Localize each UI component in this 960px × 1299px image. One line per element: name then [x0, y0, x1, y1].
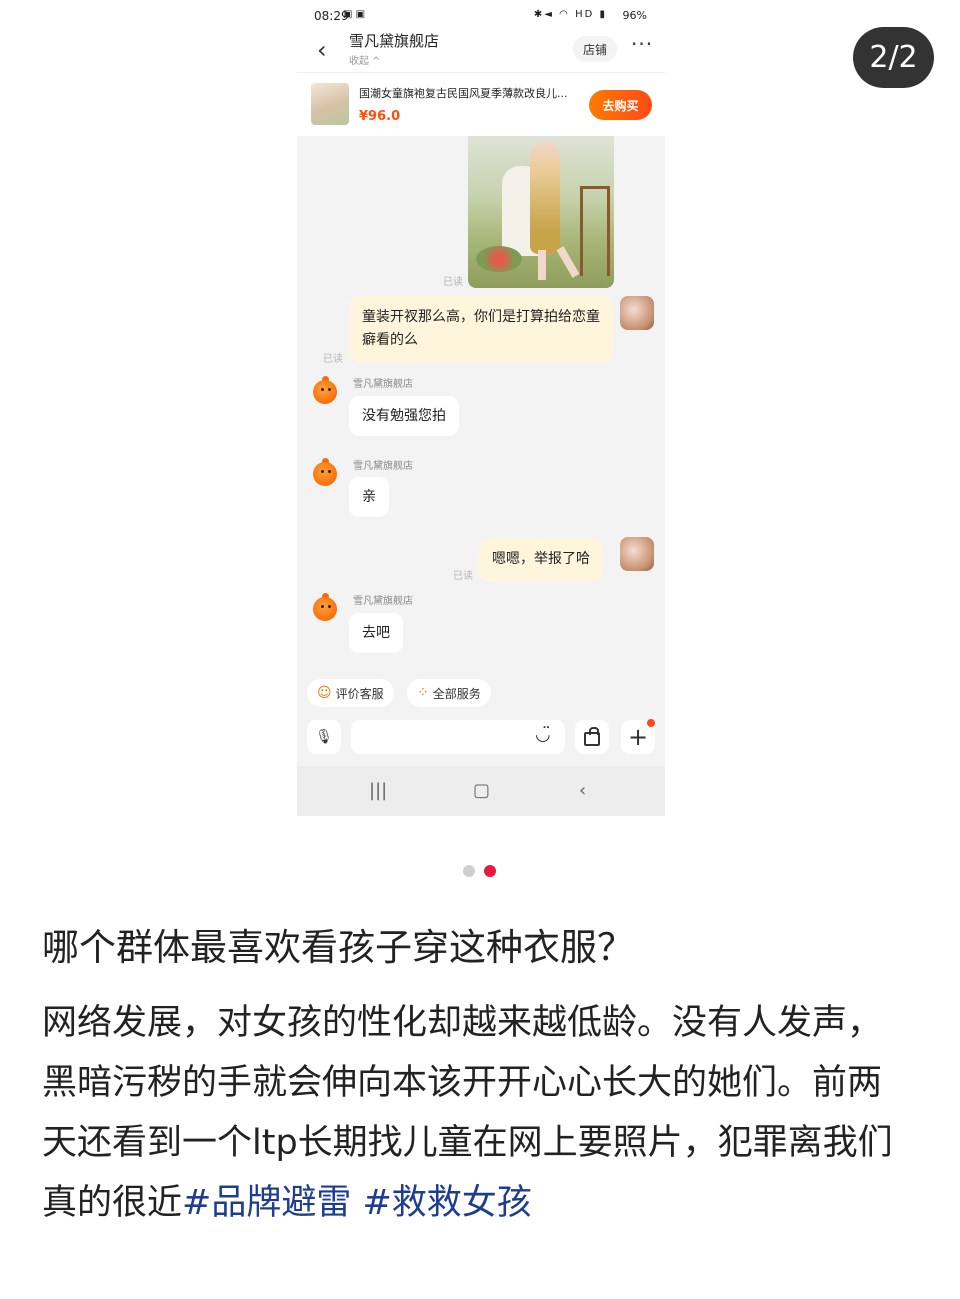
plus-icon[interactable]: + [621, 719, 655, 754]
sender-name: 雪凡黛旗舰店 [353, 461, 413, 472]
signal-icons: ✱◄ ◠ HD ▮ [533, 9, 607, 20]
post-title: 哪个群体最喜欢看孩子穿这种衣服？ [42, 926, 634, 969]
chat-screenshot: 08:29 ▣ ▣ ✱◄ ◠ HD ▮ 96% ‹ 雪凡黛旗舰店 收起 ^ 店铺… [297, 0, 665, 816]
pager-dot[interactable] [463, 865, 475, 877]
page-counter: 2/2 [853, 27, 934, 88]
back-arrow-icon[interactable]: ‹ [317, 36, 327, 64]
product-thumbnail [311, 83, 349, 125]
chat-header: ‹ 雪凡黛旗舰店 收起 ^ 店铺 ··· [297, 28, 665, 72]
shop-button[interactable]: 店铺 [573, 36, 617, 62]
product-card[interactable]: 国潮女童旗袍复古民国风夏季薄款改良儿... ¥96.0 去购买 [297, 72, 665, 136]
back-icon[interactable]: ‹ [579, 780, 586, 801]
sender-name: 雪凡黛旗舰店 [353, 596, 413, 607]
collapse-toggle[interactable]: 收起 ^ [349, 52, 381, 67]
shop-avatar[interactable] [311, 456, 339, 486]
screen: 2/2 08:29 ▣ ▣ ✱◄ ◠ HD ▮ 96% ‹ 雪凡黛旗舰店 收起 … [0, 0, 960, 1299]
sent-photo[interactable] [468, 136, 614, 288]
shopping-bag-icon[interactable] [575, 720, 609, 754]
message-incoming: 亲 [349, 477, 389, 517]
smile-icon: ☺ [317, 685, 332, 701]
input-bar: 🎙 ◡̈ + [297, 714, 665, 762]
all-services-button[interactable]: ⁘ 全部服务 [407, 679, 491, 707]
shop-avatar[interactable] [311, 374, 339, 404]
message-outgoing: 嗯嗯，举报了哈 [479, 538, 603, 581]
notification-dot [647, 719, 655, 727]
shop-avatar[interactable] [311, 591, 339, 621]
home-icon[interactable]: ▢ [473, 780, 490, 801]
hashtag[interactable]: #救救女孩 [362, 1183, 531, 1223]
read-status: 已读 [443, 277, 463, 288]
hashtag[interactable]: #品牌避雷 [182, 1183, 351, 1223]
user-avatar[interactable] [620, 537, 654, 571]
all-services-label: 全部服务 [432, 686, 481, 701]
product-title: 国潮女童旗袍复古民国风夏季薄款改良儿... [359, 87, 568, 100]
more-icon[interactable]: ··· [631, 32, 653, 56]
message-incoming: 没有勉强您拍 [349, 396, 459, 436]
rate-service-button[interactable]: ☺ 评价客服 [307, 679, 394, 707]
message-input[interactable] [351, 720, 565, 754]
product-price: ¥96.0 [359, 109, 401, 124]
battery-level: 96% [622, 9, 647, 22]
read-status: 已读 [323, 354, 343, 365]
user-avatar[interactable] [620, 296, 654, 330]
read-status: 已读 [453, 571, 473, 582]
emoji-icon[interactable]: ◡̈ [535, 724, 551, 745]
buy-button[interactable]: 去购买 [589, 90, 652, 120]
recent-apps-icon[interactable]: ||| [369, 780, 387, 801]
grid-icon: ⁘ [417, 685, 429, 701]
message-incoming: 去吧 [349, 613, 403, 653]
system-nav-bar: ||| ▢ ‹ [297, 766, 665, 816]
message-outgoing: 童装开衩那么高，你们是打算拍给恋童癖看的么 [349, 296, 613, 362]
pager-dot-active[interactable] [484, 865, 496, 877]
voice-icon[interactable]: 🎙 [307, 720, 341, 754]
sender-name: 雪凡黛旗舰店 [353, 379, 413, 390]
store-name: 雪凡黛旗舰店 [349, 32, 440, 50]
rate-service-label: 评价客服 [335, 686, 384, 701]
notification-icons: ▣ ▣ [343, 9, 366, 20]
post-body: 网络发展，对女孩的性化却越来越低龄。没有人发声，黑暗污秽的手就会伸向本该开开心心… [42, 993, 912, 1233]
